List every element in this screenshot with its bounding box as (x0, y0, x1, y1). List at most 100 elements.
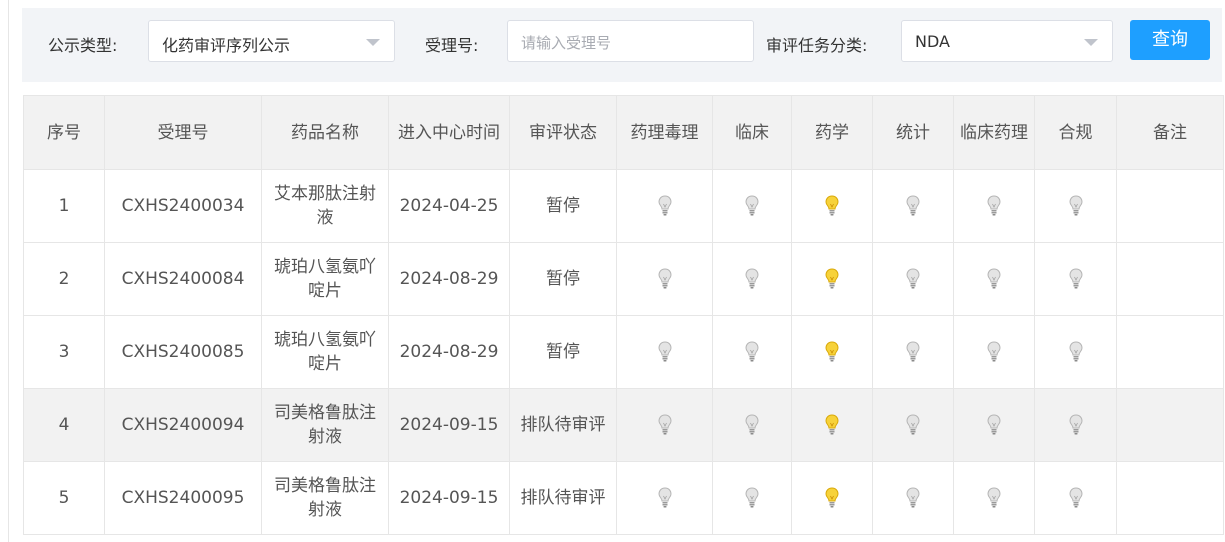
cell-accept-no: CXHS2400095 (104, 461, 262, 535)
cell-compliance (1034, 315, 1117, 389)
cell-drug-name: 琥珀八氢氨吖啶片 (261, 315, 389, 389)
header-col-drug-name: 药品名称 (261, 95, 389, 170)
cell-entry-time: 2024-04-25 (388, 169, 510, 243)
cell-pharmacology (616, 169, 713, 243)
category-select-value: NDA (915, 32, 950, 51)
header-col-entry-time: 进入中心时间 (388, 95, 510, 170)
accept-no-placeholder: 请输入受理号 (521, 34, 612, 52)
table-row: 5 CXHS2400095 司美格鲁肽注射液 2024-09-15 排队待审评 (23, 461, 1224, 535)
lightbulb-off-icon (657, 341, 672, 362)
header-col-pharmacology: 药理毒理 (616, 95, 713, 170)
cell-pharmacy (791, 315, 873, 389)
lightbulb-off-icon (745, 341, 759, 362)
type-label: 公示类型: (48, 36, 118, 55)
table-header-row: 序号 受理号 药品名称 进入中心时间 审评状态 药理毒理 临床 药学 统计 临床药理 合规 备注 (23, 95, 1224, 170)
type-select[interactable]: 化药审评序列公示 (148, 20, 395, 62)
cell-drug-name: 艾本那肽注射液 (261, 169, 389, 243)
cell-clinical-pharmacology (953, 315, 1035, 389)
category-select[interactable]: NDA (901, 20, 1113, 62)
table-row: 3 CXHS2400085 琥珀八氢氨吖啶片 2024-08-29 暂停 (23, 315, 1224, 389)
lightbulb-off-icon (657, 487, 672, 508)
cell-statistics (872, 169, 954, 243)
cell-drug-name: 司美格鲁肽注射液 (261, 461, 389, 535)
chevron-down-icon (1084, 39, 1098, 46)
cell-drug-name: 琥珀八氢氨吖啶片 (261, 242, 389, 316)
filter-bar: 公示类型: 化药审评序列公示 受理号: 请输入受理号 审评任务分类: NDA 查… (22, 8, 1222, 82)
lightbulb-on-icon (825, 195, 839, 216)
cell-review-status: 暂停 (509, 315, 617, 389)
lightbulb-off-icon (987, 414, 1001, 435)
cell-remark (1116, 242, 1224, 316)
cell-remark (1116, 315, 1224, 389)
cell-review-status: 排队待审评 (509, 388, 617, 462)
lightbulb-off-icon (1068, 414, 1083, 435)
cell-review-status: 暂停 (509, 169, 617, 243)
cell-statistics (872, 315, 954, 389)
lightbulb-on-icon (825, 341, 839, 362)
cell-entry-time: 2024-09-15 (388, 388, 510, 462)
cell-pharmacy (791, 242, 873, 316)
header-col-clinical: 临床 (712, 95, 792, 170)
lightbulb-off-icon (906, 487, 920, 508)
lightbulb-on-icon (825, 414, 839, 435)
lightbulb-off-icon (745, 487, 759, 508)
cell-clinical-pharmacology (953, 461, 1035, 535)
lightbulb-off-icon (657, 268, 672, 289)
cell-compliance (1034, 169, 1117, 243)
table-body: 1 CXHS2400034 艾本那肽注射液 2024-04-25 暂停 2 CXHS2400… (23, 169, 1224, 535)
cell-clinical (712, 461, 792, 535)
accept-no-label: 受理号: (425, 36, 479, 55)
lightbulb-off-icon (657, 195, 672, 216)
cell-clinical (712, 315, 792, 389)
cell-index: 3 (23, 315, 105, 389)
lightbulb-off-icon (1068, 268, 1083, 289)
cell-pharmacology (616, 388, 713, 462)
lightbulb-off-icon (987, 195, 1001, 216)
accept-no-input[interactable]: 请输入受理号 (507, 20, 754, 62)
lightbulb-off-icon (745, 414, 759, 435)
cell-entry-time: 2024-08-29 (388, 242, 510, 316)
type-select-value: 化药审评序列公示 (162, 36, 291, 55)
cell-clinical (712, 169, 792, 243)
cell-pharmacology (616, 315, 713, 389)
lightbulb-on-icon (825, 487, 839, 508)
cell-statistics (872, 242, 954, 316)
header-col-compliance: 合规 (1034, 95, 1117, 170)
cell-index: 1 (23, 169, 105, 243)
cell-entry-time: 2024-08-29 (388, 315, 510, 389)
lightbulb-off-icon (1068, 341, 1083, 362)
cell-clinical (712, 388, 792, 462)
cell-clinical-pharmacology (953, 242, 1035, 316)
header-col-clinical-pharmacology: 临床药理 (953, 95, 1035, 170)
lightbulb-off-icon (1068, 195, 1083, 216)
cell-entry-time: 2024-09-15 (388, 461, 510, 535)
cell-accept-no: CXHS2400034 (104, 169, 262, 243)
cell-pharmacy (791, 461, 873, 535)
cell-remark (1116, 388, 1224, 462)
lightbulb-off-icon (1068, 487, 1083, 508)
header-col-remark: 备注 (1116, 95, 1224, 170)
lightbulb-off-icon (745, 268, 759, 289)
cell-remark (1116, 169, 1224, 243)
cell-clinical-pharmacology (953, 388, 1035, 462)
cell-remark (1116, 461, 1224, 535)
table-row: 2 CXHS2400084 琥珀八氢氨吖啶片 2024-08-29 暂停 (23, 242, 1224, 316)
lightbulb-off-icon (987, 341, 1001, 362)
cell-clinical-pharmacology (953, 169, 1035, 243)
cell-pharmacology (616, 242, 713, 316)
lightbulb-off-icon (906, 195, 920, 216)
cell-index: 4 (23, 388, 105, 462)
cell-pharmacy (791, 169, 873, 243)
cell-pharmacology (616, 461, 713, 535)
review-table: 序号 受理号 药品名称 进入中心时间 审评状态 药理毒理 临床 药学 统计 临床药理 合规 备注 1C… (23, 95, 1224, 535)
page-left-border (8, 0, 9, 542)
cell-index: 5 (23, 461, 105, 535)
search-button[interactable]: 查询 (1130, 20, 1210, 60)
lightbulb-off-icon (657, 414, 672, 435)
lightbulb-off-icon (906, 414, 920, 435)
header-col-statistics: 统计 (872, 95, 954, 170)
lightbulb-off-icon (906, 341, 920, 362)
cell-drug-name: 司美格鲁肽注射液 (261, 388, 389, 462)
cell-compliance (1034, 461, 1117, 535)
cell-clinical (712, 242, 792, 316)
